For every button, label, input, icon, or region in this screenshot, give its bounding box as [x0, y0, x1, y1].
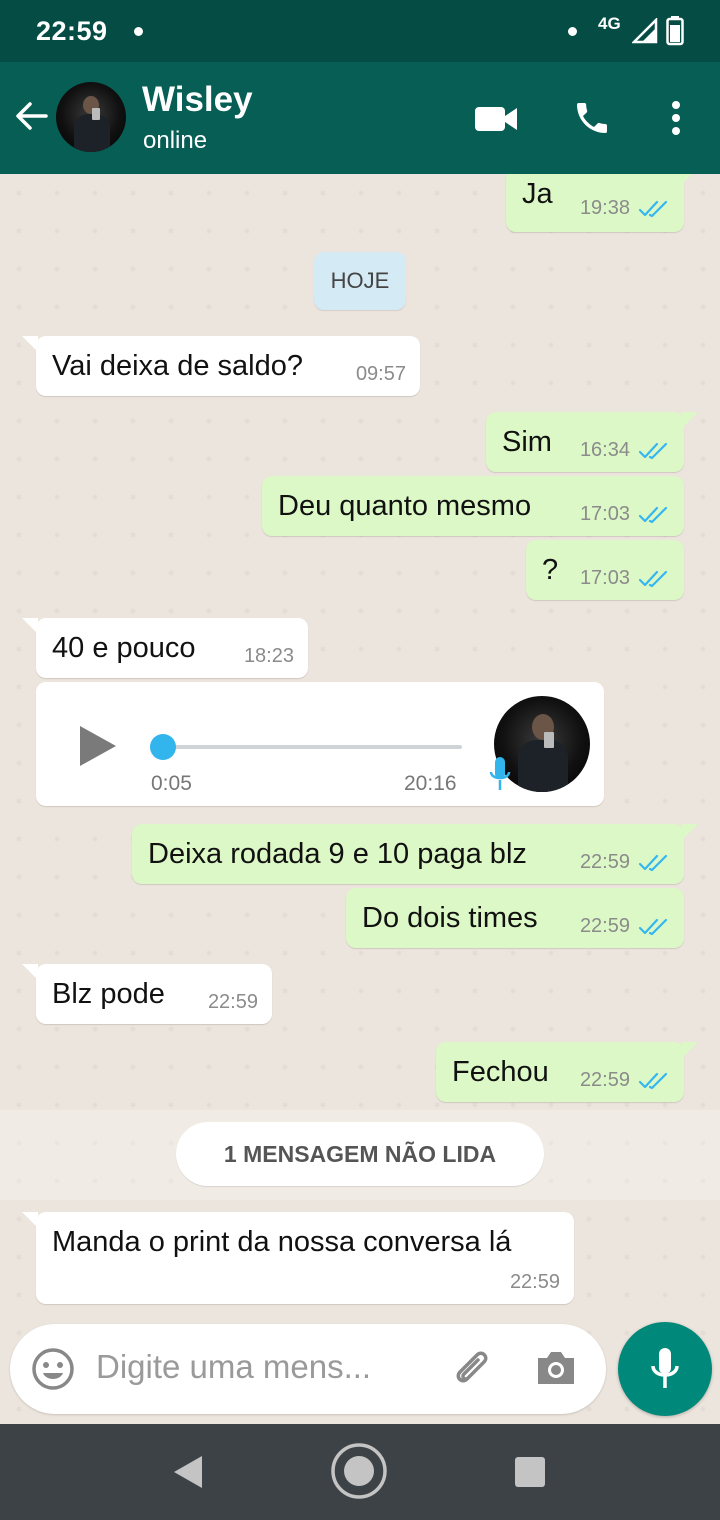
- message-time: 20:16: [404, 772, 457, 795]
- phone-icon[interactable]: [572, 98, 612, 138]
- message-incoming[interactable]: Blz pode 22:59: [22, 964, 272, 1024]
- nav-recent-icon[interactable]: [514, 1456, 546, 1488]
- double-check-icon: [638, 1072, 668, 1089]
- message-outgoing[interactable]: Do dois times 22:59: [346, 888, 684, 948]
- message-meta: 22:59: [208, 991, 258, 1014]
- message-meta: 17:03: [580, 503, 670, 526]
- message-text: Blz pode: [52, 978, 165, 1010]
- contact-status: online: [143, 127, 208, 154]
- message-time: 22:59: [579, 915, 630, 937]
- audio-message[interactable]: 0:05 20:16: [36, 682, 604, 806]
- attach-icon[interactable]: [448, 1346, 494, 1392]
- message-incoming[interactable]: Manda o print da nossa conversa lá 22:59: [22, 1212, 574, 1304]
- message-time: 18:23: [243, 645, 294, 667]
- mic-icon: [489, 757, 511, 790]
- contact-name[interactable]: Wisley: [142, 80, 253, 120]
- message-meta: 16:34: [580, 439, 670, 462]
- message-text: Fechou: [452, 1056, 549, 1088]
- more-vert-icon[interactable]: [668, 100, 684, 136]
- message-text: 40 e pouco: [52, 632, 196, 664]
- message-composer: Digite uma mens...: [10, 1324, 606, 1414]
- message-time: 22:59: [579, 1069, 630, 1091]
- message-outgoing[interactable]: Deu quanto mesmo 17:03: [262, 476, 684, 536]
- system-nav-bar: [0, 1424, 720, 1520]
- chat-header: Wisley online: [0, 62, 720, 174]
- message-incoming[interactable]: 40 e pouco 18:23: [22, 618, 308, 678]
- message-time: 22:59: [207, 991, 258, 1013]
- message-meta: 22:59: [510, 1271, 560, 1294]
- status-bar: 22:59 4G: [0, 0, 720, 62]
- message-time: 16:34: [579, 439, 630, 461]
- message-time: 09:57: [355, 363, 406, 385]
- message-outgoing[interactable]: ? 17:03: [526, 540, 684, 600]
- message-time: 17:03: [579, 567, 630, 589]
- message-meta: 22:59: [580, 851, 670, 874]
- double-check-icon: [638, 506, 668, 523]
- nav-home-icon[interactable]: [330, 1442, 388, 1500]
- emoji-icon[interactable]: [30, 1346, 76, 1392]
- message-time: 22:59: [579, 851, 630, 873]
- message-outgoing[interactable]: Deixa rodada 9 e 10 paga blz 22:59: [132, 824, 698, 884]
- camera-icon[interactable]: [534, 1348, 578, 1388]
- message-incoming[interactable]: Vai deixa de saldo? 09:57: [22, 336, 420, 396]
- signal-icon: [632, 18, 658, 44]
- message-text: Manda o print da nossa conversa lá: [52, 1226, 512, 1258]
- chat-area[interactable]: Ja 19:38 HOJE Vai deixa de saldo? 09:57 …: [0, 174, 720, 1424]
- back-arrow-icon[interactable]: [14, 98, 50, 134]
- message-time: 17:03: [579, 503, 630, 525]
- audio-progress-track[interactable]: [164, 745, 462, 749]
- message-outgoing[interactable]: Sim 16:34: [486, 412, 698, 472]
- message-input[interactable]: Digite uma mens...: [96, 1348, 371, 1386]
- double-check-icon: [638, 854, 668, 871]
- double-check-icon: [638, 918, 668, 935]
- date-chip: HOJE: [314, 252, 406, 310]
- audio-duration: 0:05: [151, 772, 192, 795]
- audio-progress-handle[interactable]: [150, 734, 176, 760]
- message-meta: 17:03: [580, 567, 670, 590]
- message-text: Do dois times: [362, 902, 538, 934]
- message-meta: 18:23: [244, 645, 294, 668]
- network-type: 4G: [598, 14, 621, 33]
- message-text: Ja: [522, 178, 553, 210]
- message-text: Vai deixa de saldo?: [52, 350, 303, 382]
- status-time: 22:59: [36, 16, 108, 46]
- nav-back-icon[interactable]: [172, 1454, 204, 1490]
- double-check-icon: [638, 442, 668, 459]
- double-check-icon: [638, 200, 668, 217]
- contact-avatar[interactable]: [56, 82, 126, 152]
- video-call-icon[interactable]: [474, 104, 518, 134]
- notification-dot: [134, 27, 143, 36]
- play-icon[interactable]: [78, 724, 118, 768]
- message-meta: 22:59: [580, 915, 670, 938]
- double-check-icon: [638, 570, 668, 587]
- unread-banner: 1 MENSAGEM NÃO LIDA: [176, 1122, 544, 1186]
- message-text: Deixa rodada 9 e 10 paga blz: [148, 838, 527, 870]
- message-text: ?: [542, 554, 559, 586]
- message-outgoing[interactable]: Ja 19:38: [506, 174, 698, 232]
- message-outgoing[interactable]: Fechou 22:59: [436, 1042, 698, 1102]
- mic-icon: [651, 1348, 679, 1388]
- message-meta: 09:57: [356, 363, 406, 386]
- message-meta: 19:38: [580, 197, 670, 220]
- message-time: 19:38: [579, 197, 630, 219]
- voice-record-button[interactable]: [618, 1322, 712, 1416]
- message-text: Deu quanto mesmo: [278, 490, 532, 522]
- status-dot: [568, 27, 577, 36]
- message-meta: 22:59: [580, 1069, 670, 1092]
- battery-icon: [666, 16, 684, 46]
- message-text: Sim: [502, 426, 552, 458]
- message-time: 22:59: [509, 1271, 560, 1293]
